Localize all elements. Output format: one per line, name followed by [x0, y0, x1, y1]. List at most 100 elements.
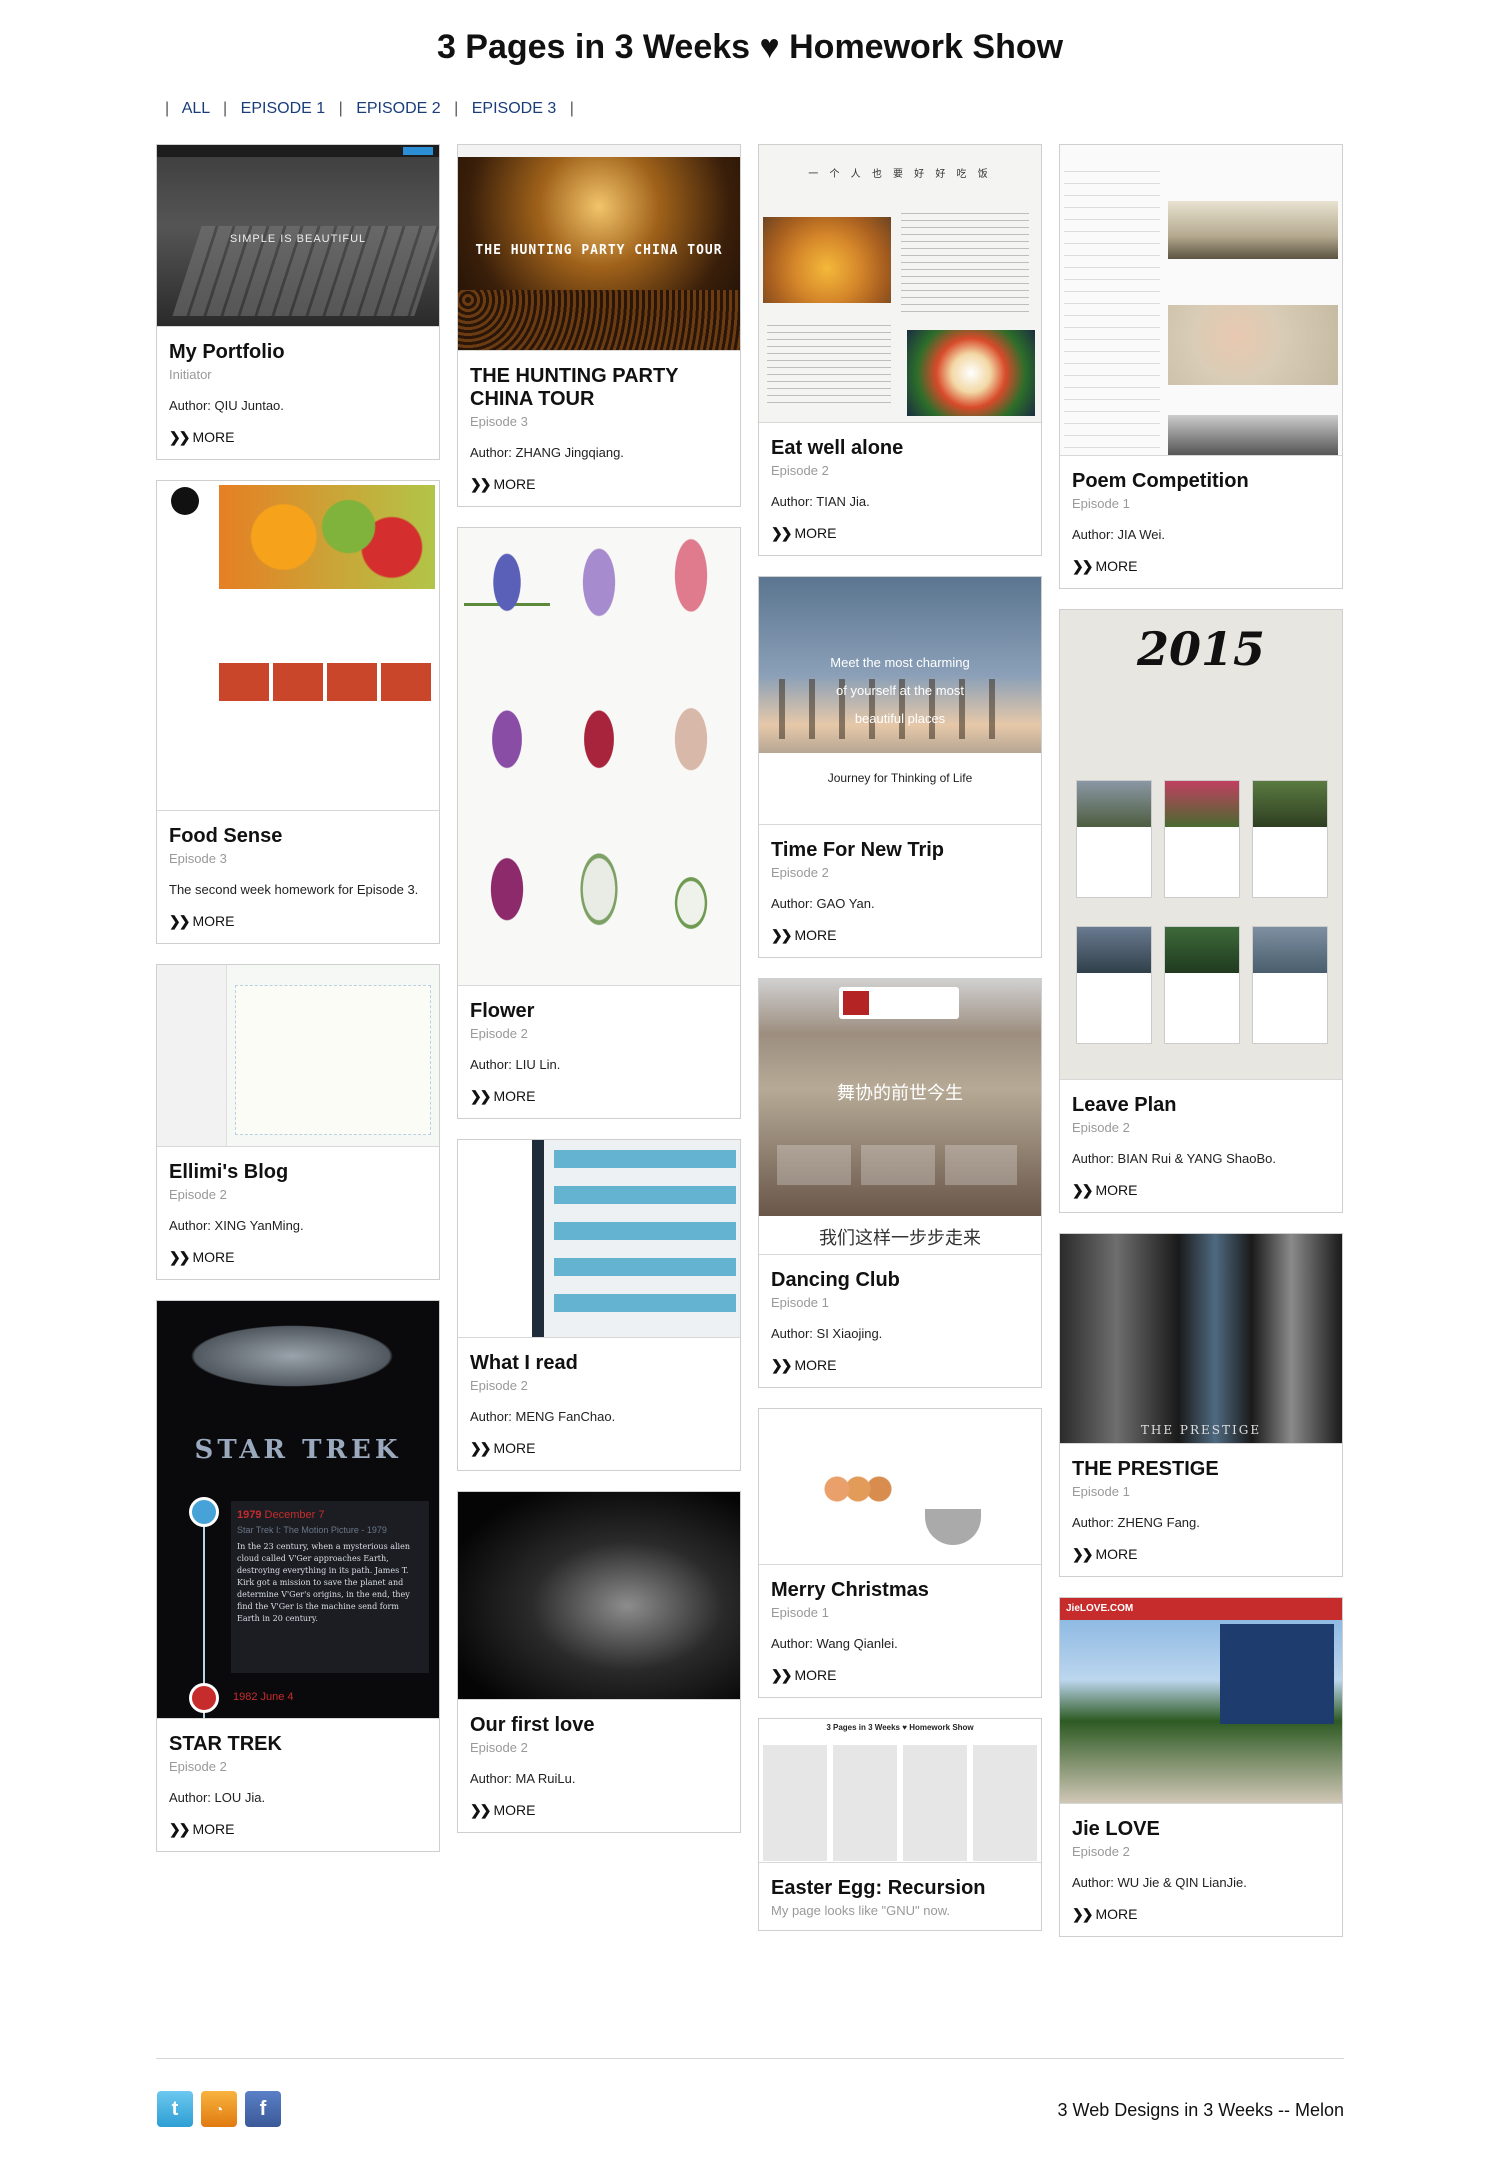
card-thumbnail[interactable]: Meet the most charming of yourself at th… — [759, 577, 1041, 825]
card-easter-egg: 3 Pages in 3 Weeks ♥ Homework Show Easte… — [758, 1718, 1042, 1931]
card-description: My page looks like "GNU" now. — [771, 1903, 951, 1918]
more-link[interactable]: ❯❯ MORE — [470, 476, 535, 493]
nav-episode-3[interactable]: EPISODE 3 — [472, 100, 556, 117]
more-link[interactable]: ❯❯ MORE — [169, 429, 234, 446]
card-thumbnail[interactable]: JieLOVE.COM — [1060, 1598, 1342, 1804]
card-thumbnail[interactable] — [458, 528, 740, 986]
card-title: Eat well alone — [771, 437, 904, 459]
more-link[interactable]: ❯❯ MORE — [470, 1440, 535, 1457]
thumb-date-2: 1982 June 4 — [233, 1691, 294, 1703]
more-link[interactable]: ❯❯ MORE — [169, 913, 234, 930]
column-1: SIMPLE IS BEAUTIFUL My Portfolio Initiat… — [156, 144, 440, 1872]
card-episode: Episode 1 — [1072, 496, 1130, 511]
card-episode: Episode 2 — [470, 1378, 528, 1393]
rss-icon[interactable]: ◔ — [201, 2091, 237, 2127]
footer-credit: 3 Web Designs in 3 Weeks -- Melon — [1057, 2100, 1344, 2120]
twitter-icon[interactable]: t — [157, 2091, 193, 2127]
thumb-bottom-text: 我们这样一步步走来 — [759, 1216, 1041, 1254]
double-chevron-icon: ❯❯ — [1072, 1906, 1094, 1922]
card-author: Author: XING YanMing. — [169, 1218, 304, 1233]
card-title: THE PRESTIGE — [1072, 1458, 1219, 1480]
column-2: THE HUNTING PARTY CHINA TOUR THE HUNTING… — [457, 144, 741, 1853]
card-author: Author: TIAN Jia. — [771, 494, 870, 509]
thumb-blurb: In the 23 century, when a mysterious ali… — [237, 1542, 410, 1623]
card-hunting-party: THE HUNTING PARTY CHINA TOUR THE HUNTING… — [457, 144, 741, 507]
card-episode: Episode 2 — [470, 1026, 528, 1041]
double-chevron-icon: ❯❯ — [470, 476, 492, 492]
more-link[interactable]: ❯❯ MORE — [771, 1667, 836, 1684]
card-dancing-club: 舞协的前世今生 我们这样一步步走来 Dancing Club Episode 1… — [758, 978, 1042, 1388]
nav-all[interactable]: ALL — [182, 100, 210, 117]
card-title: STAR TREK — [169, 1733, 282, 1755]
card-title: Our first love — [470, 1714, 595, 1736]
card-author: Author: QIU Juntao. — [169, 398, 284, 413]
card-episode: Episode 2 — [1072, 1844, 1130, 1859]
double-chevron-icon: ❯❯ — [470, 1802, 492, 1818]
double-chevron-icon: ❯❯ — [169, 1249, 191, 1265]
card-episode: Episode 2 — [470, 1740, 528, 1755]
card-episode: Episode 2 — [771, 463, 829, 478]
more-label: MORE — [192, 429, 235, 445]
card-thumbnail[interactable] — [458, 1492, 740, 1700]
more-link[interactable]: ❯❯ MORE — [1072, 558, 1137, 575]
card-episode: Episode 1 — [771, 1605, 829, 1620]
double-chevron-icon: ❯❯ — [771, 525, 793, 541]
card-title: Jie LOVE — [1072, 1818, 1160, 1840]
card-episode: Episode 2 — [169, 1759, 227, 1774]
card-thumbnail[interactable] — [1060, 145, 1342, 456]
more-link[interactable]: ❯❯ MORE — [470, 1088, 535, 1105]
card-thumbnail[interactable]: 舞协的前世今生 我们这样一步步走来 — [759, 979, 1041, 1255]
more-label: MORE — [493, 1802, 536, 1818]
more-link[interactable]: ❯❯ MORE — [169, 1249, 234, 1266]
more-link[interactable]: ❯❯ MORE — [1072, 1182, 1137, 1199]
thumb-caption: 一 个 人 也 要 好 好 吃 饭 — [808, 169, 992, 180]
double-chevron-icon: ❯❯ — [771, 927, 793, 943]
nav-episode-2[interactable]: EPISODE 2 — [356, 100, 440, 117]
card-thumbnail[interactable]: STAR TREK 1979 December 7 Star Trek I: T… — [157, 1301, 439, 1719]
card-food-sense: Food Sense Episode 3 The second week hom… — [156, 480, 440, 944]
double-chevron-icon: ❯❯ — [169, 913, 191, 929]
card-thumbnail[interactable]: THE PRESTIGE — [1060, 1234, 1342, 1444]
card-leave-plan: 2015 Leave Plan Episode 2 Author: BIAN R… — [1059, 609, 1343, 1213]
facebook-icon[interactable]: f — [245, 2091, 281, 2127]
more-link[interactable]: ❯❯ MORE — [771, 525, 836, 542]
card-thumbnail[interactable] — [759, 1409, 1041, 1565]
more-label: MORE — [192, 1249, 235, 1265]
nav-separator: | — [165, 100, 170, 117]
more-link[interactable]: ❯❯ MORE — [470, 1802, 535, 1819]
more-link[interactable]: ❯❯ MORE — [1072, 1546, 1137, 1563]
more-link[interactable]: ❯❯ MORE — [169, 1821, 234, 1838]
card-thumbnail[interactable] — [458, 1140, 740, 1338]
more-label: MORE — [192, 913, 235, 929]
card-thumbnail[interactable]: 2015 — [1060, 610, 1342, 1080]
card-what-i-read: What I read Episode 2 Author: MENG FanCh… — [457, 1139, 741, 1471]
thumb-line-2: of yourself at the most — [836, 683, 964, 698]
thumb-year: 1979 — [237, 1509, 262, 1521]
card-thumbnail[interactable] — [157, 481, 439, 811]
card-author: Author: Wang Qianlei. — [771, 1636, 898, 1651]
more-label: MORE — [1095, 558, 1138, 574]
card-thumbnail[interactable]: THE HUNTING PARTY CHINA TOUR — [458, 145, 740, 351]
more-link[interactable]: ❯❯ MORE — [771, 1357, 836, 1374]
more-link[interactable]: ❯❯ MORE — [771, 927, 836, 944]
thumb-line-1: Meet the most charming — [830, 655, 970, 670]
card-the-prestige: THE PRESTIGE THE PRESTIGE Episode 1 Auth… — [1059, 1233, 1343, 1577]
nav-episode-1[interactable]: EPISODE 1 — [241, 100, 325, 117]
more-label: MORE — [1095, 1906, 1138, 1922]
card-title: Time For New Trip — [771, 839, 944, 861]
card-episode: Episode 2 — [1072, 1120, 1130, 1135]
more-link[interactable]: ❯❯ MORE — [1072, 1906, 1137, 1923]
card-author: Author: GAO Yan. — [771, 896, 875, 911]
card-episode: Episode 2 — [771, 865, 829, 880]
card-title: My Portfolio — [169, 341, 285, 363]
card-title: Food Sense — [169, 825, 283, 847]
card-author: Author: ZHENG Fang. — [1072, 1515, 1200, 1530]
card-thumbnail[interactable]: 一 个 人 也 要 好 好 吃 饭 — [759, 145, 1041, 423]
double-chevron-icon: ❯❯ — [1072, 558, 1094, 574]
card-thumbnail[interactable] — [157, 965, 439, 1147]
card-title: Dancing Club — [771, 1269, 900, 1291]
card-thumbnail[interactable]: SIMPLE IS BEAUTIFUL — [157, 145, 439, 327]
card-thumbnail[interactable]: 3 Pages in 3 Weeks ♥ Homework Show — [759, 1719, 1041, 1863]
card-episode: Episode 1 — [771, 1295, 829, 1310]
card-episode: Initiator — [169, 367, 212, 382]
